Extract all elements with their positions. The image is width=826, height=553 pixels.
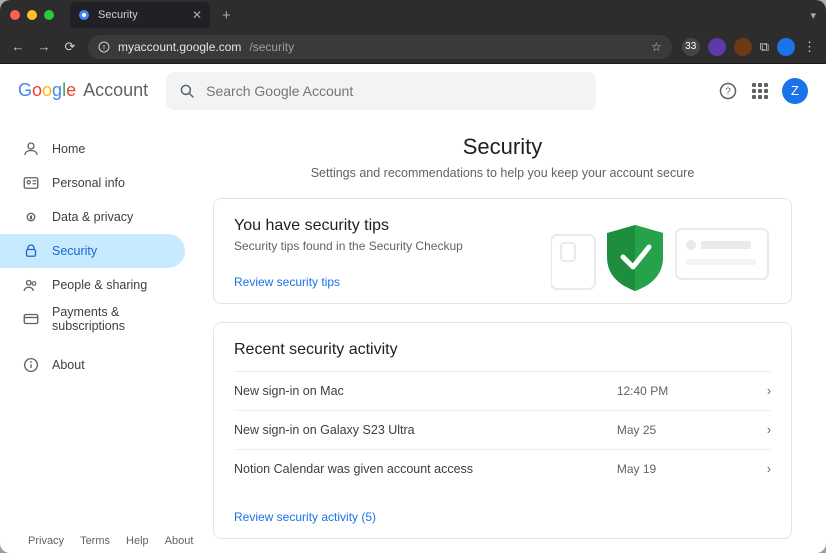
svg-text:?: ?	[725, 86, 731, 97]
footer-links: Privacy Terms Help About	[28, 535, 193, 547]
search-box[interactable]	[166, 72, 596, 110]
sidebar-item-home[interactable]: Home	[0, 132, 185, 166]
search-input[interactable]	[206, 83, 584, 99]
sidebar-item-label: Security	[52, 244, 97, 258]
url-host: myaccount.google.com	[118, 40, 241, 54]
sidebar-item-data-privacy[interactable]: Data & privacy	[0, 200, 185, 234]
activity-row[interactable]: New sign-in on Mac 12:40 PM ›	[234, 371, 771, 410]
activity-text: Notion Calendar was given account access	[234, 462, 617, 476]
nav-reload-icon[interactable]: ⟳	[62, 39, 78, 55]
recent-activity-card: Recent security activity New sign-in on …	[213, 322, 792, 539]
chevron-right-icon: ›	[767, 384, 771, 398]
people-icon	[22, 276, 40, 294]
sidebar-item-label: Data & privacy	[52, 210, 133, 224]
account-avatar[interactable]: Z	[782, 78, 808, 104]
activity-time: May 25	[617, 423, 767, 437]
titlebar: Security ✕ + ▾	[0, 0, 826, 30]
sidebar-item-label: Home	[52, 142, 85, 156]
review-activity-link[interactable]: Review security activity (5)	[234, 510, 376, 524]
sidebar-item-label: People & sharing	[52, 278, 147, 292]
activity-row[interactable]: New sign-in on Galaxy S23 Ultra May 25 ›	[234, 410, 771, 449]
security-tips-card: You have security tips Security tips fou…	[213, 198, 792, 304]
main-content: Security Settings and recommendations to…	[195, 118, 826, 553]
activity-time: 12:40 PM	[617, 384, 767, 398]
lock-icon	[22, 242, 40, 260]
info-icon	[22, 356, 40, 374]
sidebar-item-about[interactable]: About	[0, 348, 185, 382]
close-window-button[interactable]	[10, 10, 20, 20]
tabs-overflow-icon[interactable]: ▾	[810, 9, 816, 22]
app-header: Google Account ? Z	[0, 64, 826, 118]
sidebar-item-payments[interactable]: Payments & subscriptions	[0, 302, 185, 336]
address-bar: ← → ⟳ myaccount.google.com/security ☆ 33…	[0, 30, 826, 64]
page-title: Security	[213, 134, 792, 160]
minimize-window-button[interactable]	[27, 10, 37, 20]
activity-list: New sign-in on Mac 12:40 PM › New sign-i…	[234, 371, 771, 488]
activity-time: May 19	[617, 462, 767, 476]
chevron-right-icon: ›	[767, 462, 771, 476]
page-subtitle: Settings and recommendations to help you…	[213, 166, 792, 180]
profile-avatar-icon[interactable]	[777, 38, 795, 56]
activity-row[interactable]: Notion Calendar was given account access…	[234, 449, 771, 488]
extensions-puzzle-icon[interactable]: ⧉	[760, 39, 769, 55]
extension-icon[interactable]	[708, 38, 726, 56]
nav-back-icon[interactable]: ←	[10, 39, 26, 54]
logo-suffix: Account	[83, 80, 148, 100]
home-icon	[22, 140, 40, 158]
footer-terms[interactable]: Terms	[80, 535, 110, 547]
nav-forward-icon[interactable]: →	[36, 39, 52, 54]
window-controls	[10, 10, 54, 20]
recent-heading: Recent security activity	[234, 341, 771, 359]
id-card-icon	[22, 174, 40, 192]
google-account-logo[interactable]: Google Account	[18, 80, 148, 101]
sidebar-item-label: About	[52, 358, 85, 372]
google-apps-icon[interactable]	[752, 83, 768, 99]
browser-tab[interactable]: Security ✕	[70, 2, 210, 28]
review-tips-link[interactable]: Review security tips	[234, 275, 340, 289]
url-field[interactable]: myaccount.google.com/security ☆	[88, 35, 672, 59]
activity-text: New sign-in on Galaxy S23 Ultra	[234, 423, 617, 437]
shield-illustration	[551, 217, 771, 287]
maximize-window-button[interactable]	[44, 10, 54, 20]
tab-title: Security	[98, 9, 138, 21]
sidebar-item-label: Personal info	[52, 176, 125, 190]
sidebar-item-people-sharing[interactable]: People & sharing	[0, 268, 185, 302]
bookmark-star-icon[interactable]: ☆	[651, 40, 662, 54]
sidebar-item-personal-info[interactable]: Personal info	[0, 166, 185, 200]
extension-icon[interactable]	[734, 38, 752, 56]
sidebar-item-security[interactable]: Security	[0, 234, 185, 268]
privacy-icon	[22, 208, 40, 226]
sidebar-item-label: Payments & subscriptions	[52, 305, 177, 333]
footer-about[interactable]: About	[165, 535, 194, 547]
tab-favicon	[78, 9, 90, 21]
footer-privacy[interactable]: Privacy	[28, 535, 64, 547]
close-tab-icon[interactable]: ✕	[192, 8, 202, 22]
help-icon[interactable]: ?	[718, 81, 738, 101]
activity-text: New sign-in on Mac	[234, 384, 617, 398]
chevron-right-icon: ›	[767, 423, 771, 437]
sidebar-nav: Home Personal info Data & privacy Securi…	[0, 118, 195, 553]
tips-heading: You have security tips	[234, 217, 531, 235]
footer-help[interactable]: Help	[126, 535, 149, 547]
browser-menu-icon[interactable]: ⋮	[803, 39, 816, 55]
extension-icons: 33 ⧉ ⋮	[682, 38, 816, 56]
new-tab-button[interactable]: +	[216, 7, 237, 24]
tips-desc: Security tips found in the Security Chec…	[234, 239, 531, 253]
search-icon	[178, 82, 196, 100]
site-info-icon	[98, 41, 110, 53]
extension-icon[interactable]: 33	[682, 38, 700, 56]
credit-card-icon	[22, 310, 40, 328]
url-path: /security	[249, 40, 294, 54]
